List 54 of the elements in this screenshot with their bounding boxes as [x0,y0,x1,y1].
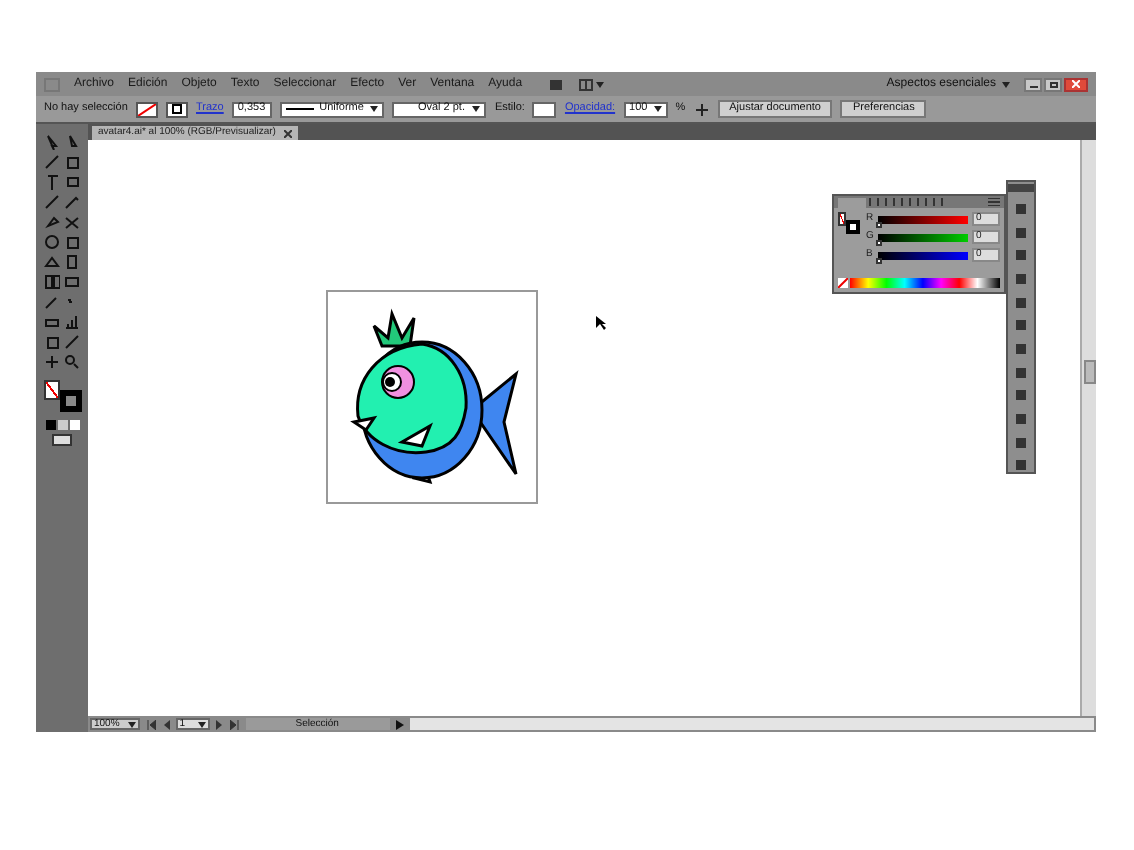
bridge-icon[interactable] [548,77,565,91]
vertical-scrollbar[interactable] [1080,140,1096,716]
panel-menu-icon[interactable] [988,198,1000,206]
cursor-icon [596,316,606,330]
last-page-icon[interactable] [229,719,240,729]
layout-grid-icon [578,77,595,91]
maximize-button[interactable] [1044,77,1062,91]
caret-icon [127,721,136,727]
close-icon [1072,80,1080,88]
fill-swatch[interactable] [838,212,846,226]
color-mode-button[interactable] [45,420,55,430]
channel-slider[interactable] [878,233,968,241]
tool-icon[interactable] [44,354,60,370]
caret-icon [596,81,605,87]
stroke-swatch[interactable] [846,220,860,234]
slider-thumb[interactable] [876,221,882,227]
previous-page-icon[interactable] [161,719,170,729]
slider-thumb[interactable] [876,257,882,263]
next-page-icon[interactable] [215,719,224,729]
screen-mode-icon[interactable] [52,434,72,446]
color-spectrum[interactable] [850,278,1000,288]
tool-icon[interactable] [44,274,60,290]
tool-icon[interactable] [64,354,80,370]
arrange-documents-button[interactable] [578,77,605,91]
close-button[interactable] [1064,77,1088,91]
tool-icon[interactable] [64,314,80,330]
caret-icon [197,721,206,727]
play-icon[interactable] [395,719,404,729]
slider-thumb[interactable] [876,239,882,245]
recolor-icon[interactable] [693,101,710,117]
no-fill-icon [138,103,156,115]
caret-icon [1002,81,1010,87]
horizontal-scrollbar[interactable] [409,718,1094,730]
channel-slider[interactable] [878,251,968,259]
fill-swatch[interactable] [136,101,158,117]
panel-tabs-drawing [868,198,948,206]
fill-swatch[interactable] [43,380,59,400]
tool-icon[interactable] [64,214,80,230]
caret-icon [653,106,662,112]
caret-icon [472,106,481,112]
none-mode-button[interactable] [69,420,79,430]
scrollbar-thumb[interactable] [1083,360,1095,384]
channel-slider[interactable] [878,215,968,223]
minimize-button[interactable] [1024,77,1042,91]
stroke-swatch[interactable] [59,390,81,412]
first-page-icon[interactable] [145,719,156,729]
tool-icon[interactable] [44,174,60,190]
caret-icon [369,106,378,112]
stroke-swatch[interactable] [166,101,188,117]
close-icon[interactable] [283,129,292,137]
style-swatch[interactable] [532,101,557,117]
none-swatch-icon[interactable] [838,278,848,288]
tool-icon[interactable] [44,234,60,250]
gradient-mode-button[interactable] [57,420,67,430]
